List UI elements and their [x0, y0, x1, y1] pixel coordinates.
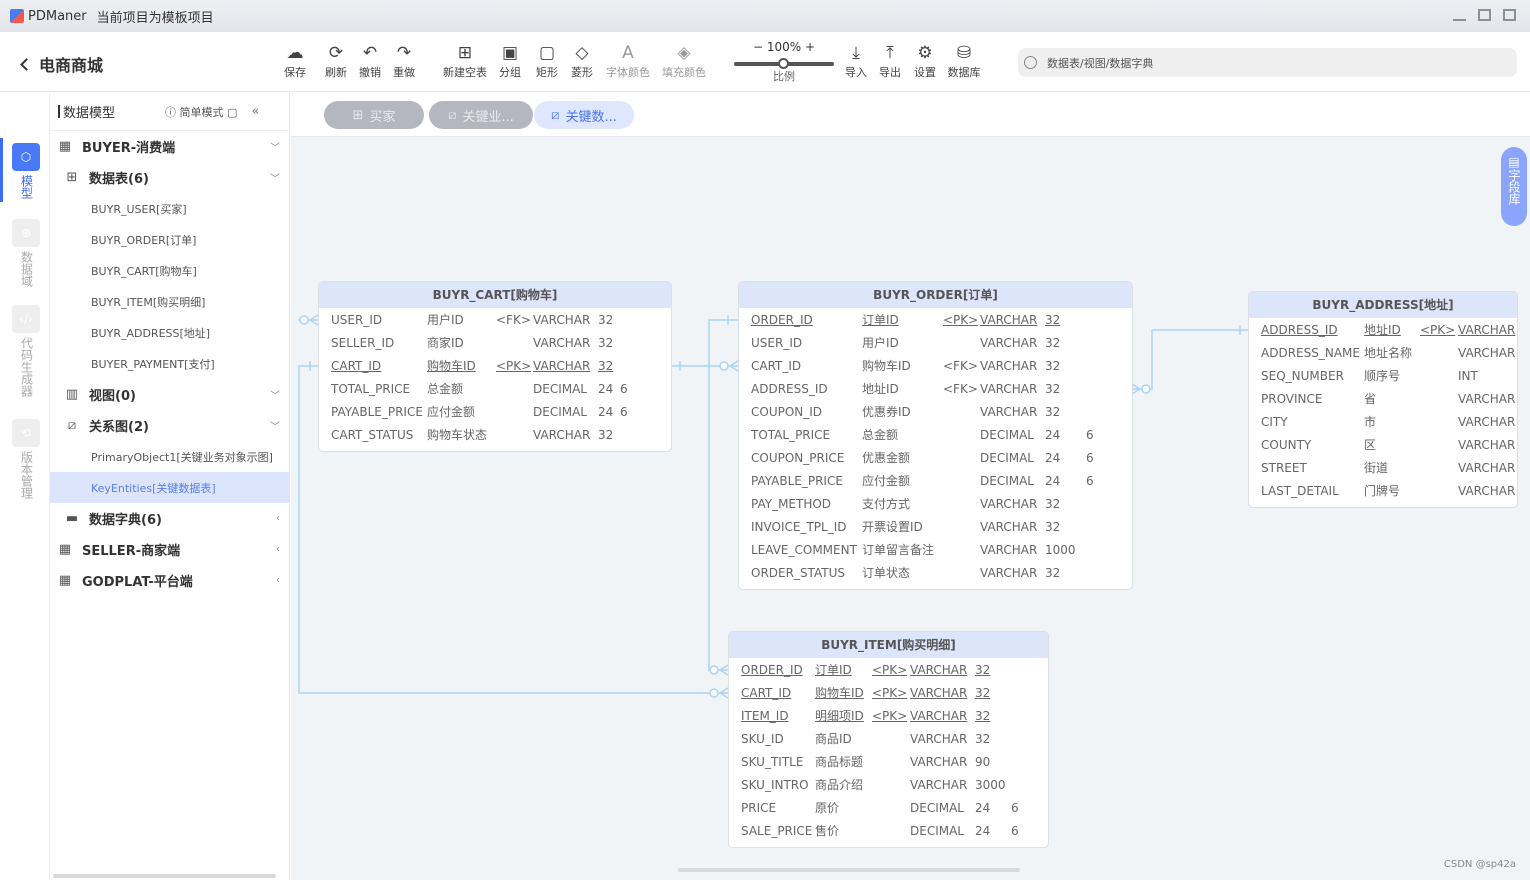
entity-field[interactable]: SELLER_ID 商家ID VARCHAR 32 — [319, 332, 671, 355]
entity-field[interactable]: ADDRESS_ID 地址ID <PK> VARCHAR — [1249, 319, 1517, 342]
entity-field[interactable]: PAYABLE_PRICE 应付金额 DECIMAL 24 6 — [319, 401, 671, 424]
entity-field[interactable]: ORDER_STATUS 订单状态 VARCHAR 32 — [739, 562, 1132, 585]
entity-field[interactable]: CART_ID 购物车ID <PK> VARCHAR 32 — [729, 682, 1048, 705]
entity-title: BUYR_CART[购物车] — [319, 282, 671, 308]
entity-table[interactable]: BUYR_ADDRESS[地址] ADDRESS_ID 地址ID <PK> VARCHA… — [1248, 291, 1518, 508]
entity-field[interactable]: ADDRESS_NAME 地址名称 VARCHAR — [1249, 342, 1517, 365]
entity-field[interactable]: TOTAL_PRICE 总金额 DECIMAL 24 6 — [739, 424, 1132, 447]
entity-field[interactable]: PRICE 原价 DECIMAL 24 6 — [729, 797, 1048, 820]
entity-field[interactable]: SALE_PRICE 售价 DECIMAL 24 6 — [729, 820, 1048, 843]
entity-field[interactable]: COUPON_ID 优惠券ID VARCHAR 32 — [739, 401, 1132, 424]
entity-field[interactable]: COUNTY 区 VARCHAR — [1249, 434, 1517, 457]
entity-field[interactable]: SKU_TITLE 商品标题 VARCHAR 90 — [729, 751, 1048, 774]
entity-field[interactable]: CART_ID 购物车ID <PK> VARCHAR 32 — [319, 355, 671, 378]
entity-field[interactable]: ADDRESS_ID 地址ID <FK> VARCHAR 32 — [739, 378, 1132, 401]
entity-table[interactable]: BUYR_CART[购物车] USER_ID 用户ID <FK> VARCHAR 32 SE… — [318, 281, 672, 452]
link-order-item — [708, 319, 738, 671]
entity-field[interactable]: PROVINCE 省 VARCHAR — [1249, 388, 1517, 411]
entity-field[interactable]: ORDER_ID 订单ID <PK> VARCHAR 32 — [739, 309, 1132, 332]
watermark: CSDN @sp42a — [1443, 859, 1516, 870]
entity-field[interactable]: LEAVE_COMMENT 订单留言备注 VARCHAR 1000 — [739, 539, 1132, 562]
entity-field[interactable]: PAY_METHOD 支付方式 VARCHAR 32 — [739, 493, 1132, 516]
entity-field[interactable]: USER_ID 用户ID <FK> VARCHAR 32 — [319, 309, 671, 332]
entity-field[interactable]: LAST_DETAIL 门牌号 VARCHAR — [1249, 480, 1517, 503]
link-order-address — [1132, 329, 1248, 390]
entity-field[interactable]: COUPON_PRICE 优惠金额 DECIMAL 24 6 — [739, 447, 1132, 470]
entity-field[interactable]: SKU_INTRO 商品介绍 VARCHAR 3000 — [729, 774, 1048, 797]
entity-field[interactable]: ITEM_ID 明细项ID <PK> VARCHAR 32 — [729, 705, 1048, 728]
entity-title: BUYR_ORDER[订单] — [739, 282, 1132, 308]
entity-field[interactable]: CART_ID 购物车ID <FK> VARCHAR 32 — [739, 355, 1132, 378]
entity-field[interactable]: STREET 街道 VARCHAR — [1249, 457, 1517, 480]
entity-field[interactable]: INVOICE_TPL_ID 开票设置ID VARCHAR 32 — [739, 516, 1132, 539]
entity-field[interactable]: PAYABLE_PRICE 应付金额 DECIMAL 24 6 — [739, 470, 1132, 493]
entity-title: BUYR_ADDRESS[地址] — [1249, 292, 1517, 318]
entity-table[interactable]: BUYR_ITEM[购买明细] ORDER_ID 订单ID <PK> VARCHAR 32… — [728, 631, 1049, 848]
tree-scrollbar[interactable] — [53, 874, 276, 878]
entity-field[interactable]: SEQ_NUMBER 顺序号 INT — [1249, 365, 1517, 388]
entity-field[interactable]: SKU_ID 商品ID VARCHAR 32 — [729, 728, 1048, 751]
entity-title: BUYR_ITEM[购买明细] — [729, 632, 1048, 658]
entity-field[interactable]: CITY 市 VARCHAR — [1249, 411, 1517, 434]
horizontal-scrollbar[interactable] — [678, 868, 1020, 872]
entity-field[interactable]: USER_ID 用户ID VARCHAR 32 — [739, 332, 1132, 355]
entity-field[interactable]: CART_STATUS 购物车状态 VARCHAR 32 — [319, 424, 671, 447]
entity-field[interactable]: ORDER_ID 订单ID <PK> VARCHAR 32 — [729, 659, 1048, 682]
entity-field[interactable]: TOTAL_PRICE 总金额 DECIMAL 24 6 — [319, 378, 671, 401]
entity-table[interactable]: BUYR_ORDER[订单] ORDER_ID 订单ID <PK> VARCHAR 32 U… — [738, 281, 1133, 590]
